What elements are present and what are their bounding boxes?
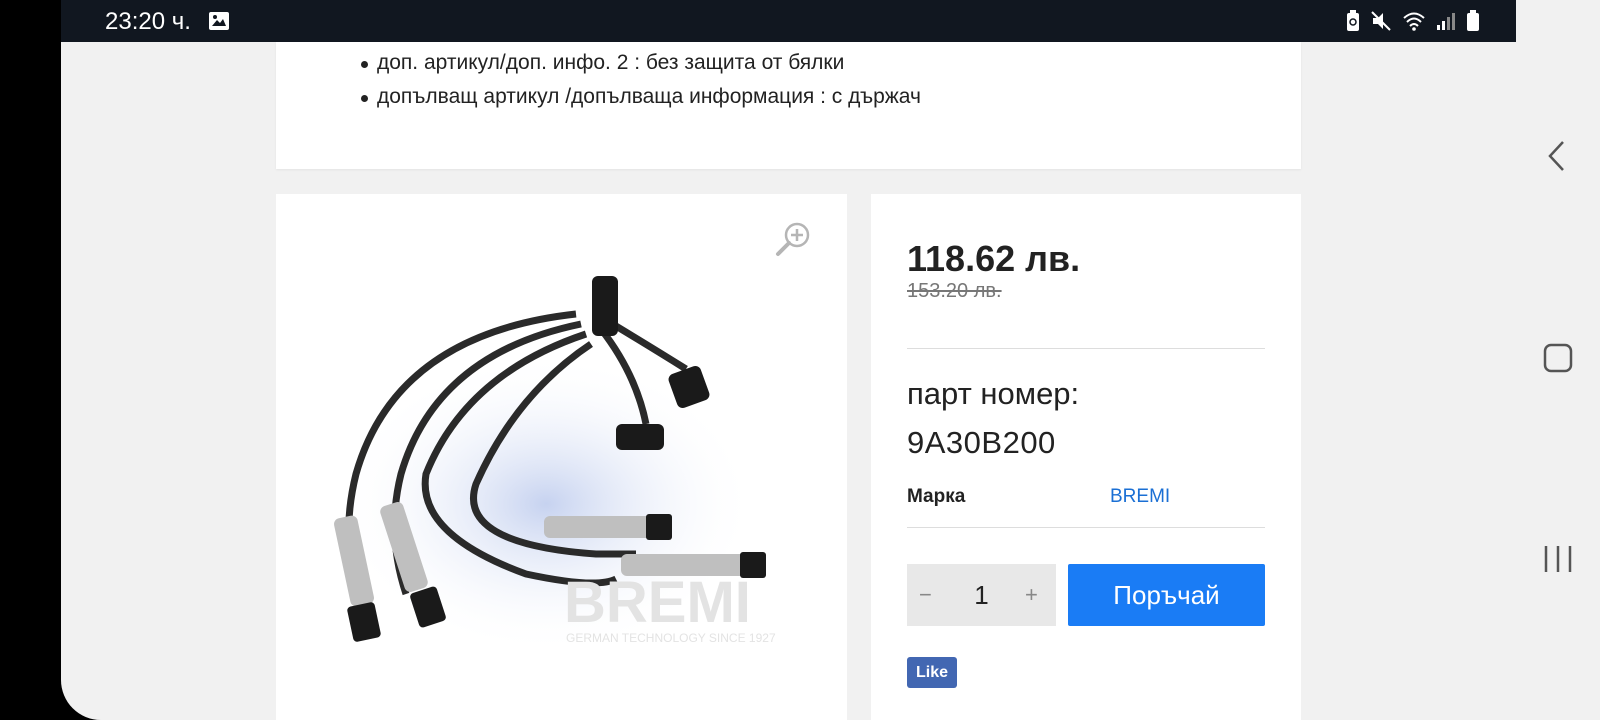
home-icon[interactable] [1540, 340, 1576, 376]
wifi-icon [1403, 12, 1425, 31]
zoom-in-icon[interactable] [775, 220, 813, 258]
product-image-card[interactable]: BREMI GERMAN TECHNOLOGY SINCE 1927 [276, 194, 847, 720]
details-list: доп. артикул/доп. инфо. 2 : без защита о… [361, 46, 921, 114]
details-item: доп. артикул/доп. инфо. 2 : без защита о… [361, 46, 921, 80]
image-watermark-sub: GERMAN TECHNOLOGY SINCE 1927 [566, 631, 776, 645]
divider [907, 527, 1265, 528]
order-button[interactable]: Поръчай [1068, 564, 1265, 626]
signal-icon [1437, 13, 1455, 30]
quantity-increase-button[interactable]: + [1025, 582, 1038, 608]
android-nav-bar [1516, 0, 1600, 720]
part-number-label: парт номер: [907, 376, 1080, 411]
recent-apps-icon[interactable] [1540, 541, 1576, 577]
status-time: 23:20 ч. [105, 8, 191, 35]
browser-screen: 23:20 ч. доп. артикул/доп. инфо. 2: без… [61, 0, 1516, 720]
divider [907, 348, 1265, 349]
image-icon [209, 12, 229, 30]
status-icons [1346, 10, 1480, 32]
back-icon[interactable] [1540, 138, 1576, 174]
battery-icon [1467, 10, 1479, 31]
product-info-card: 118.62 лв. 153.20 лв. парт номер: 9A30B2… [871, 194, 1301, 720]
product-image: BREMI GERMAN TECHNOLOGY SINCE 1927 [334, 276, 776, 654]
image-watermark: BREMI [564, 570, 751, 635]
product-details-card: доп. артикул/доп. инфо. 2 : без защита о… [276, 42, 1301, 169]
status-bar: 23:20 ч. [61, 0, 1516, 42]
battery-saver-icon [1347, 10, 1359, 31]
product-old-price: 153.20 лв. [907, 280, 1002, 302]
quantity-stepper: − 1 + [907, 564, 1056, 626]
brand-link[interactable]: BREMI [1110, 486, 1170, 508]
details-item: допълващ артикул /допълваща информация :… [361, 80, 921, 114]
brand-label: Марка [907, 486, 966, 507]
facebook-like-button[interactable]: Like [907, 657, 957, 688]
mute-icon [1371, 11, 1391, 31]
product-price: 118.62 лв. [907, 238, 1081, 279]
part-number-value: 9A30B200 [907, 425, 1056, 460]
